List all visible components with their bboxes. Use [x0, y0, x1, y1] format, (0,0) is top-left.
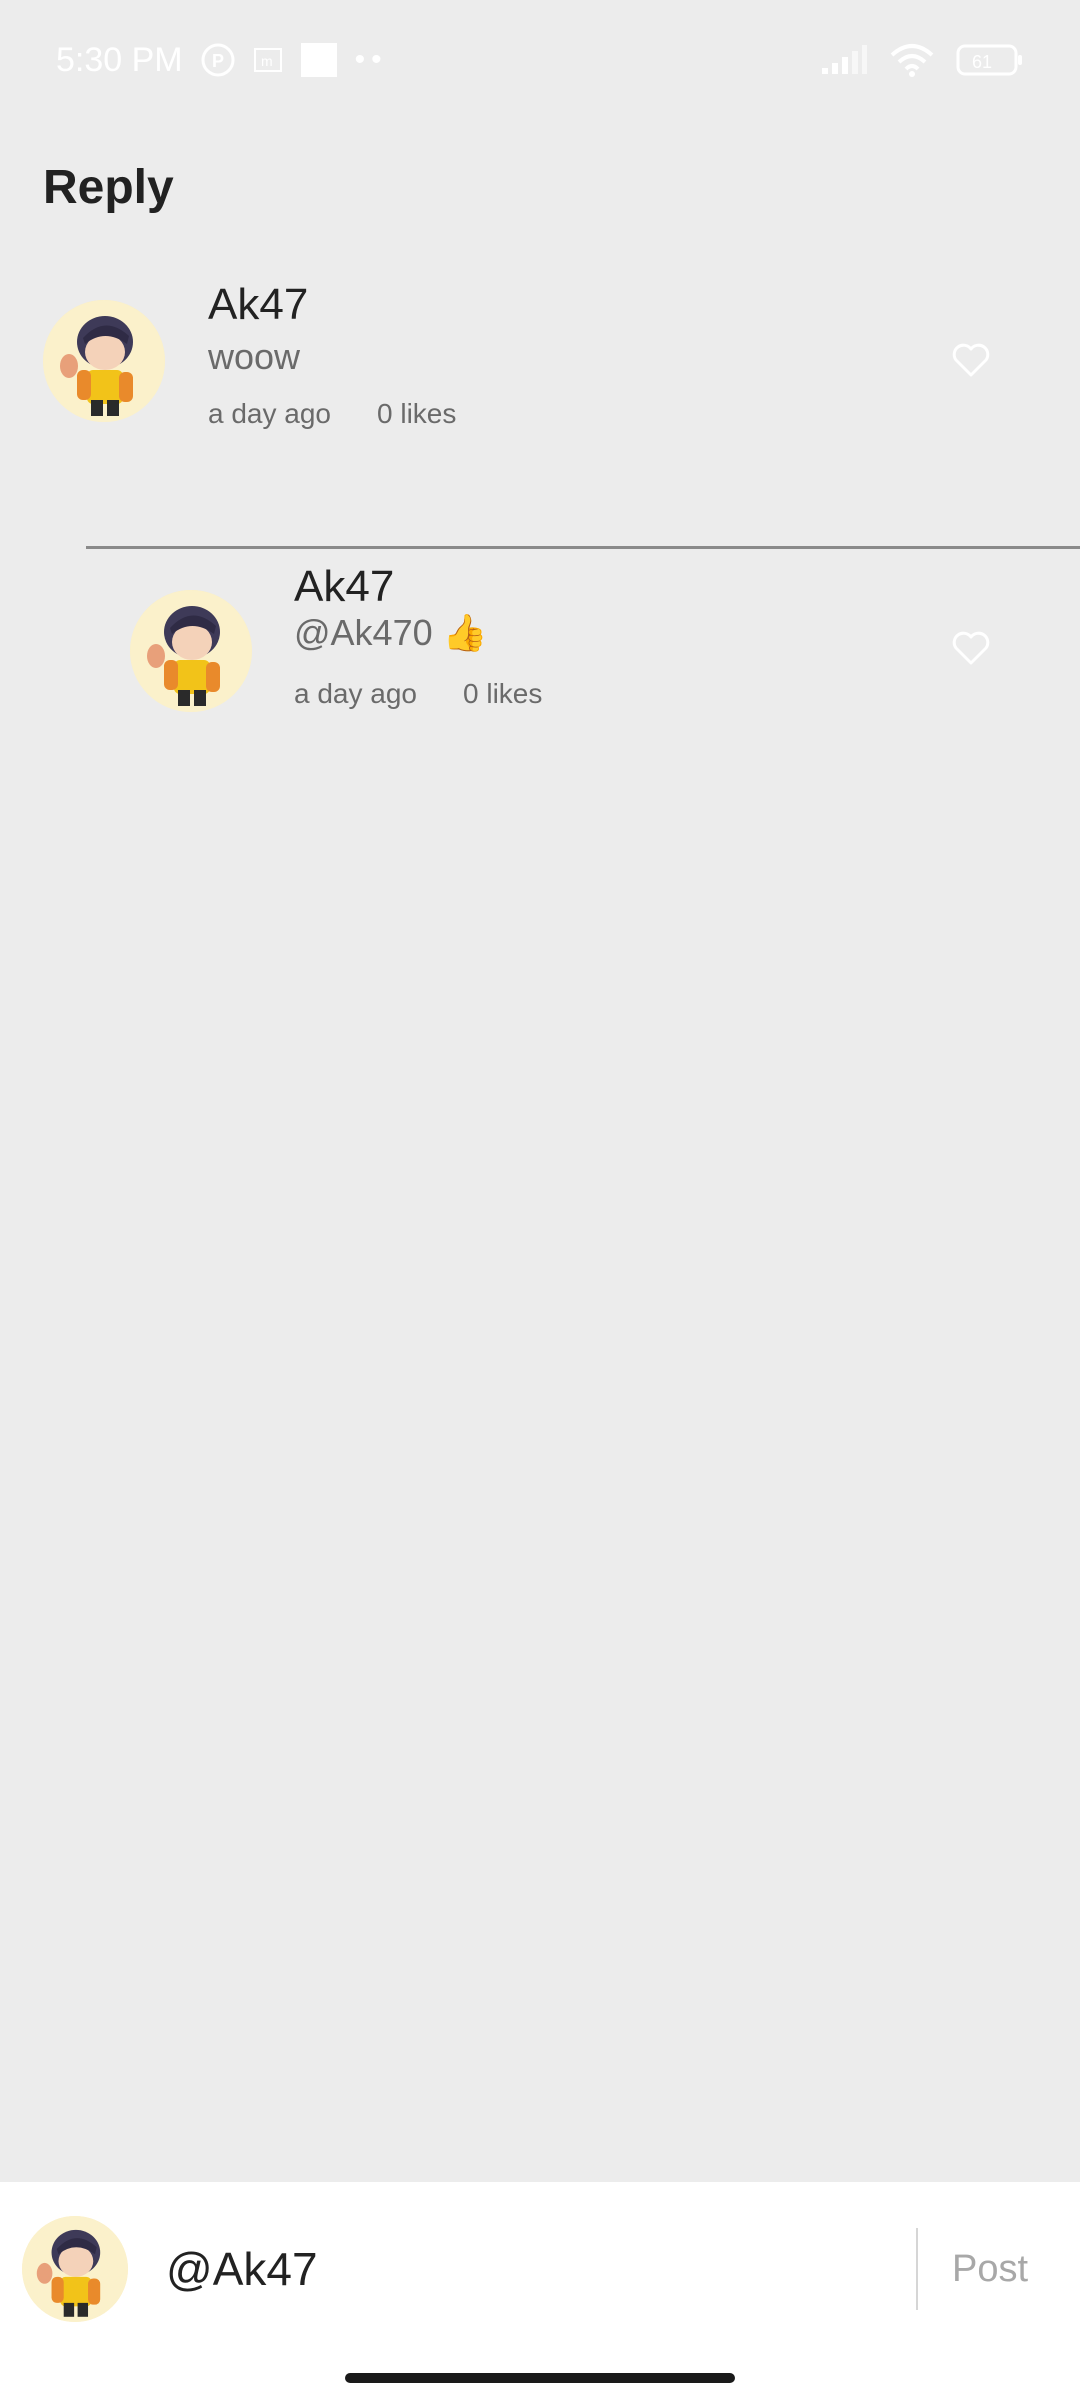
- comment-username[interactable]: Ak47: [294, 562, 394, 612]
- avatar[interactable]: [43, 300, 165, 422]
- thread-divider: [86, 546, 1080, 549]
- reply-input[interactable]: @Ak47: [166, 2242, 318, 2296]
- like-heart-icon[interactable]: [951, 630, 991, 666]
- comment-time: a day ago: [208, 398, 331, 429]
- avatar[interactable]: [130, 590, 252, 712]
- notification-m-icon: m: [253, 45, 283, 75]
- status-left: 5:30 PM P m ••: [56, 41, 388, 80]
- status-time: 5:30 PM: [56, 40, 183, 79]
- comment-likes[interactable]: 0 likes: [463, 678, 542, 710]
- battery-icon: 61: [956, 43, 1024, 77]
- comment-meta: a day ago 0 likes: [208, 398, 456, 430]
- comment-text: woow: [208, 336, 301, 377]
- page-title: Reply: [43, 161, 174, 214]
- post-button[interactable]: Post: [952, 2248, 1028, 2291]
- status-bar: 5:30 PM P m •• 61: [0, 0, 1080, 120]
- reply-composer: @Ak47 Post: [0, 2182, 1080, 2400]
- like-heart-icon[interactable]: [951, 342, 991, 378]
- signal-icon: [820, 44, 868, 76]
- home-indicator[interactable]: [345, 2373, 735, 2383]
- svg-text:P: P: [212, 51, 224, 71]
- notification-p-icon: P: [201, 43, 235, 77]
- comment-text: @Ak470 👍: [294, 612, 488, 653]
- battery-level: 61: [972, 52, 992, 72]
- comment-meta: a day ago 0 likes: [294, 678, 542, 710]
- comment-time: a day ago: [294, 678, 417, 709]
- status-right: 61: [820, 43, 1024, 77]
- wifi-icon: [890, 43, 934, 77]
- more-dots-icon: ••: [354, 43, 388, 76]
- avatar: [22, 2216, 128, 2322]
- comment-item: Ak47 woow a day ago 0 likes: [0, 280, 1080, 460]
- post-separator: [916, 2228, 918, 2310]
- comment-item: Ak47 @Ak470 👍 a day ago 0 likes: [0, 562, 1080, 732]
- comment-likes[interactable]: 0 likes: [377, 398, 456, 430]
- notification-square-icon: [300, 43, 337, 77]
- comment-username[interactable]: Ak47: [208, 280, 308, 330]
- svg-text:m: m: [261, 53, 273, 69]
